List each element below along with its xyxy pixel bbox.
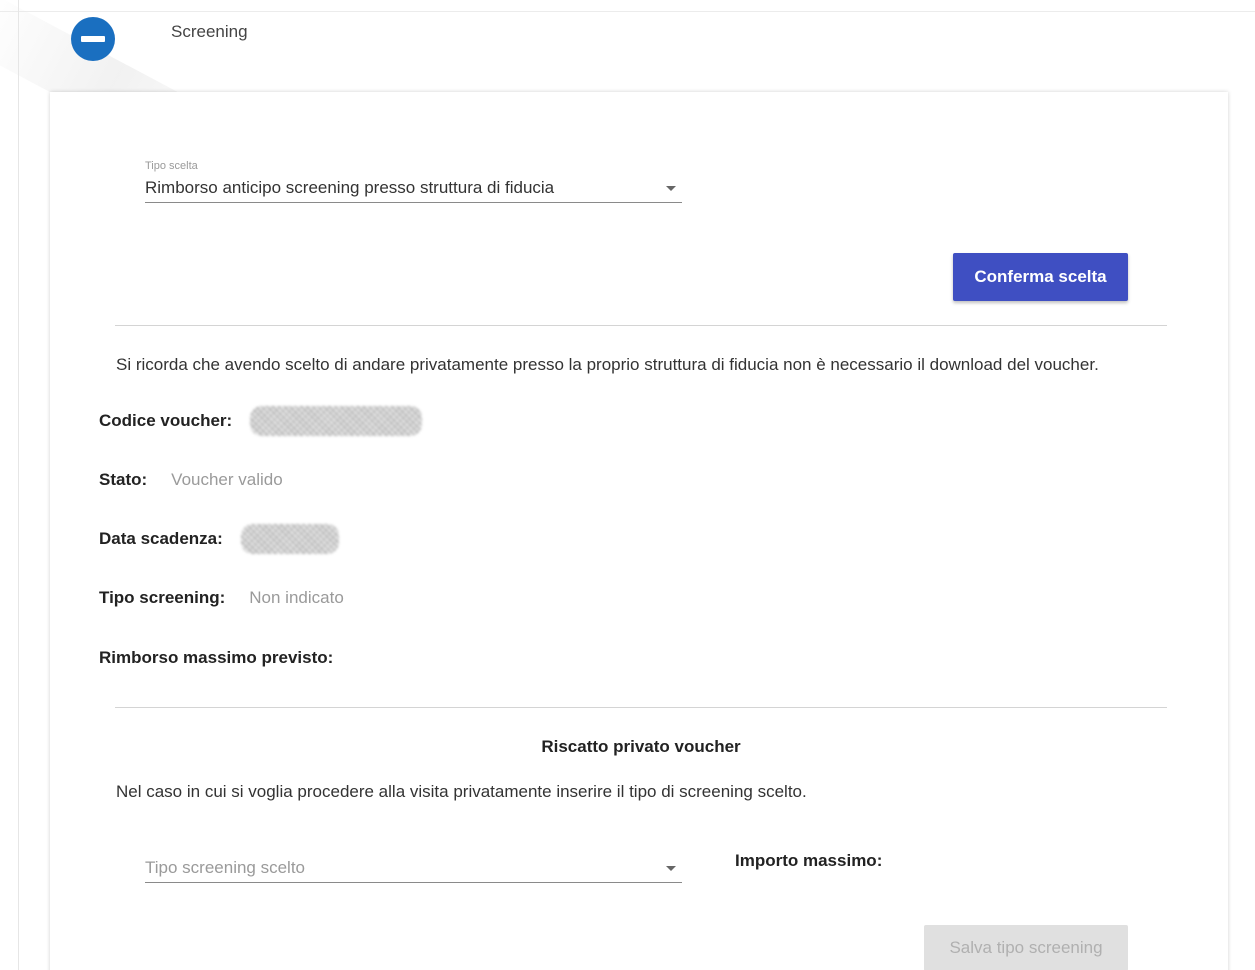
choice-type-select[interactable]: Rimborso anticipo screening presso strut…: [145, 172, 682, 203]
status-label: Stato:: [99, 470, 148, 489]
left-border: [18, 0, 19, 970]
save-screening-type-button[interactable]: Salva tipo screening: [924, 925, 1128, 970]
screening-type-select[interactable]: Tipo screening scelto: [145, 852, 682, 883]
choice-type-value: Rimborso anticipo screening presso strut…: [145, 178, 555, 197]
section-divider: [115, 325, 1167, 326]
private-redemption-title: Riscatto privato voucher: [541, 737, 741, 756]
max-amount-label: Importo massimo:: [735, 851, 883, 870]
minus-bar: [81, 36, 105, 42]
voucher-notice: Si ricorda che avendo scelto di andare p…: [116, 355, 1099, 374]
top-divider: [0, 11, 1255, 12]
max-refund-row: Rimborso massimo previsto:: [99, 648, 333, 668]
expiry-redacted: [240, 524, 339, 554]
confirm-choice-button[interactable]: Conferma scelta: [953, 253, 1128, 301]
screening-type-value: Non indicato: [249, 588, 344, 607]
minus-circle-icon[interactable]: [71, 17, 115, 61]
dropdown-arrow-icon[interactable]: [666, 866, 676, 871]
choice-type-label: Tipo scelta: [145, 160, 198, 172]
status-value: Voucher valido: [171, 470, 283, 489]
screening-type-row: Tipo screening: Non indicato: [99, 588, 344, 608]
choice-type-field[interactable]: Tipo scelta Rimborso anticipo screening …: [145, 160, 682, 203]
step-title: Screening: [171, 22, 248, 41]
voucher-code-redacted: [250, 406, 423, 436]
expiry-label: Data scadenza:: [99, 529, 223, 548]
screening-type-field[interactable]: Tipo screening scelto: [145, 852, 682, 883]
private-redemption-description: Nel caso in cui si voglia procedere alla…: [116, 782, 807, 801]
voucher-code-row: Codice voucher:: [99, 406, 423, 436]
voucher-code-label: Codice voucher:: [99, 411, 233, 430]
expiry-row: Data scadenza:: [99, 524, 339, 554]
screening-type-placeholder: Tipo screening scelto: [145, 858, 306, 877]
page: Screening Tipo scelta Rimborso anticipo …: [0, 0, 1255, 970]
section-divider: [115, 707, 1167, 708]
status-row: Stato: Voucher valido: [99, 470, 283, 490]
dropdown-arrow-icon[interactable]: [666, 186, 676, 191]
screening-type-label: Tipo screening:: [99, 588, 226, 607]
max-refund-label: Rimborso massimo previsto:: [99, 648, 334, 667]
